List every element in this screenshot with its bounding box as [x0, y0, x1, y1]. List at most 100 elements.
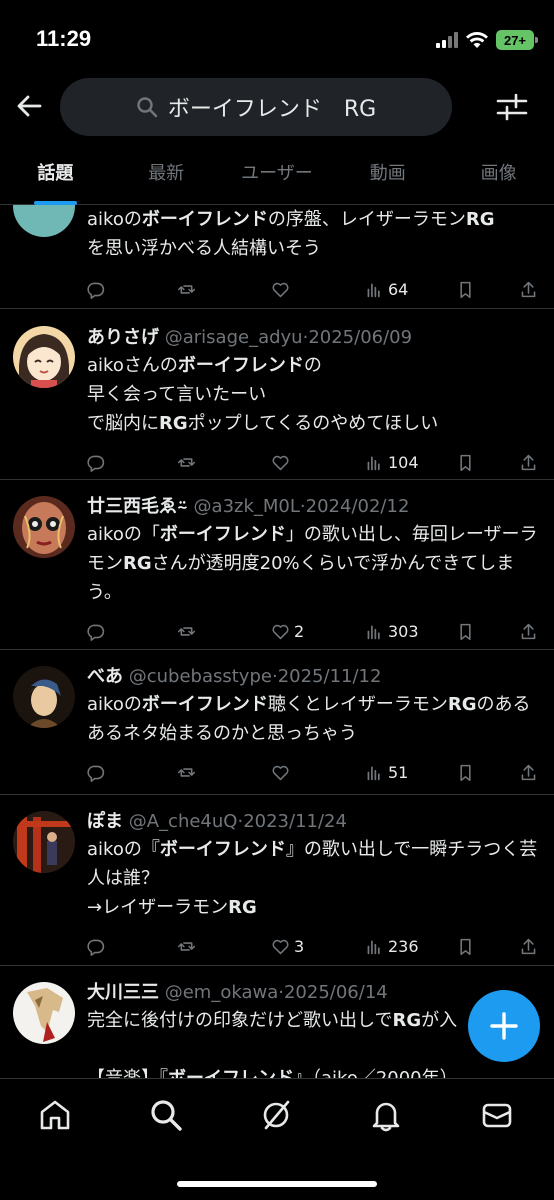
share-button[interactable]: [519, 752, 538, 792]
share-icon: [521, 623, 536, 639]
share-icon: [521, 454, 536, 470]
retweet-button[interactable]: [177, 926, 200, 966]
avatar[interactable]: [13, 811, 75, 873]
share-button[interactable]: [519, 442, 538, 482]
tab-images[interactable]: 画像: [443, 145, 554, 204]
bookmark-icon: [460, 623, 471, 640]
tweet-meta: 大川三三 @em_okawa·2025/06/14: [87, 980, 540, 1006]
retweet-button[interactable]: [177, 442, 200, 482]
retweet-button[interactable]: [177, 752, 200, 792]
like-icon: [272, 282, 289, 297]
bookmark-button[interactable]: [456, 611, 475, 651]
tweet-item[interactable]: べあ @cubebasstype·2025/11/12 aikoのボーイフレンド…: [0, 650, 554, 795]
display-name[interactable]: 大川三三: [87, 982, 159, 1003]
display-name[interactable]: べあ: [87, 666, 123, 687]
share-button[interactable]: [519, 269, 538, 309]
reply-button[interactable]: [87, 269, 110, 309]
like-button[interactable]: 3: [271, 926, 304, 966]
like-icon: [272, 455, 289, 470]
reply-icon: [87, 282, 105, 299]
user-handle[interactable]: @a3zk_M0L: [194, 496, 300, 517]
reply-button[interactable]: [87, 611, 110, 651]
filter-settings-icon[interactable]: [496, 92, 528, 122]
tweet-date: 2025/06/09: [308, 327, 413, 348]
views-button[interactable]: 64: [365, 269, 408, 309]
tweet-feed[interactable]: aikoのボーイフレンドの序盤、レイザーラモンRG を思い浮かべる人結構いそう 6…: [0, 205, 554, 1078]
tweet-date: 2024/02/12: [305, 496, 410, 517]
retweet-icon: [177, 284, 196, 294]
user-handle[interactable]: @em_okawa: [165, 982, 279, 1003]
avatar-image: [13, 811, 75, 873]
signal-icon: [436, 32, 458, 48]
tab-users[interactable]: ユーザー: [222, 145, 333, 204]
user-handle[interactable]: @arisage_adyu: [165, 327, 303, 348]
user-handle[interactable]: @cubebasstype: [129, 666, 272, 687]
avatar[interactable]: [13, 666, 75, 728]
compose-button[interactable]: [468, 990, 540, 1062]
avatar-image: [13, 982, 75, 1044]
tweet-actions: 104: [87, 442, 554, 482]
bookmark-button[interactable]: [456, 926, 475, 966]
tweet-item[interactable]: 廿三西毛ゑ⍨ @a3zk_M0L·2024/02/12 aikoの「ボーイフレン…: [0, 480, 554, 650]
tab-top[interactable]: 話題: [0, 145, 111, 205]
mail-icon[interactable]: [479, 1097, 515, 1133]
bookmark-button[interactable]: [456, 442, 475, 482]
home-icon[interactable]: [37, 1097, 73, 1133]
share-button[interactable]: [519, 611, 538, 651]
share-icon: [521, 281, 536, 297]
views-count: 64: [388, 279, 409, 299]
tab-latest[interactable]: 最新: [111, 145, 222, 204]
reply-button[interactable]: [87, 926, 110, 966]
like-button[interactable]: [271, 442, 294, 482]
bell-icon[interactable]: [368, 1097, 404, 1133]
status-bar: 11:29 27+: [0, 0, 554, 80]
retweet-button[interactable]: [177, 611, 200, 651]
bookmark-button[interactable]: [456, 752, 475, 792]
avatar[interactable]: [13, 982, 75, 1044]
share-button[interactable]: [519, 926, 538, 966]
views-icon: [367, 282, 380, 297]
status-time: 11:29: [36, 26, 92, 51]
display-name[interactable]: ぽま: [87, 811, 123, 832]
views-button[interactable]: 51: [365, 752, 408, 792]
views-count: 51: [388, 762, 409, 782]
retweet-icon: [177, 626, 196, 636]
views-count: 236: [388, 936, 419, 956]
tweet-item[interactable]: aikoのボーイフレンドの序盤、レイザーラモンRG を思い浮かべる人結構いそう 6…: [0, 205, 554, 309]
retweet-button[interactable]: [177, 269, 200, 309]
tweet-actions: 64: [87, 269, 554, 309]
views-button[interactable]: 104: [365, 442, 419, 482]
tweet-item[interactable]: ありさげ @arisage_adyu·2025/06/09 aikoさんのボーイ…: [0, 309, 554, 480]
reply-button[interactable]: [87, 752, 110, 792]
reply-icon: [87, 939, 105, 956]
like-button[interactable]: [271, 752, 294, 792]
avatar[interactable]: [13, 205, 75, 237]
like-button[interactable]: 2: [271, 611, 304, 651]
avatar[interactable]: [13, 326, 75, 388]
avatar[interactable]: [13, 496, 75, 558]
reply-button[interactable]: [87, 442, 110, 482]
tweet-meta: ぽま @A_che4uQ·2023/11/24: [87, 809, 540, 835]
share-icon: [521, 938, 536, 954]
tweet-text: aikoの『ボーイフレンド』の歌い出しで一瞬チラつく芸人は誰？ →レイザーラモンR…: [87, 839, 538, 918]
home-indicator: [177, 1181, 377, 1187]
back-arrow-icon[interactable]: [14, 90, 46, 122]
tweet-actions: 2 303: [87, 611, 554, 651]
like-icon: [272, 939, 289, 954]
like-button[interactable]: [271, 269, 294, 309]
grok-icon[interactable]: [258, 1097, 294, 1133]
views-button[interactable]: 236: [365, 926, 419, 966]
tab-videos[interactable]: 動画: [332, 145, 443, 204]
like-icon: [272, 624, 289, 639]
retweet-icon: [177, 457, 196, 467]
views-button[interactable]: 303: [365, 611, 419, 651]
search-input[interactable]: ボーイフレンド RG: [60, 78, 452, 136]
display-name[interactable]: 廿三西毛ゑ⍨: [87, 496, 188, 517]
views-icon: [367, 939, 380, 954]
tweet-item[interactable]: ぽま @A_che4uQ·2023/11/24 aikoの『ボーイフレンド』の歌…: [0, 795, 554, 966]
tweet-text: aikoのボーイフレンドの序盤、レイザーラモンRG を思い浮かべる人結構いそう: [87, 209, 495, 259]
user-handle[interactable]: @A_che4uQ: [129, 811, 238, 832]
search-icon[interactable]: [148, 1097, 184, 1133]
display-name[interactable]: ありさげ: [87, 327, 159, 348]
bookmark-button[interactable]: [456, 269, 475, 309]
